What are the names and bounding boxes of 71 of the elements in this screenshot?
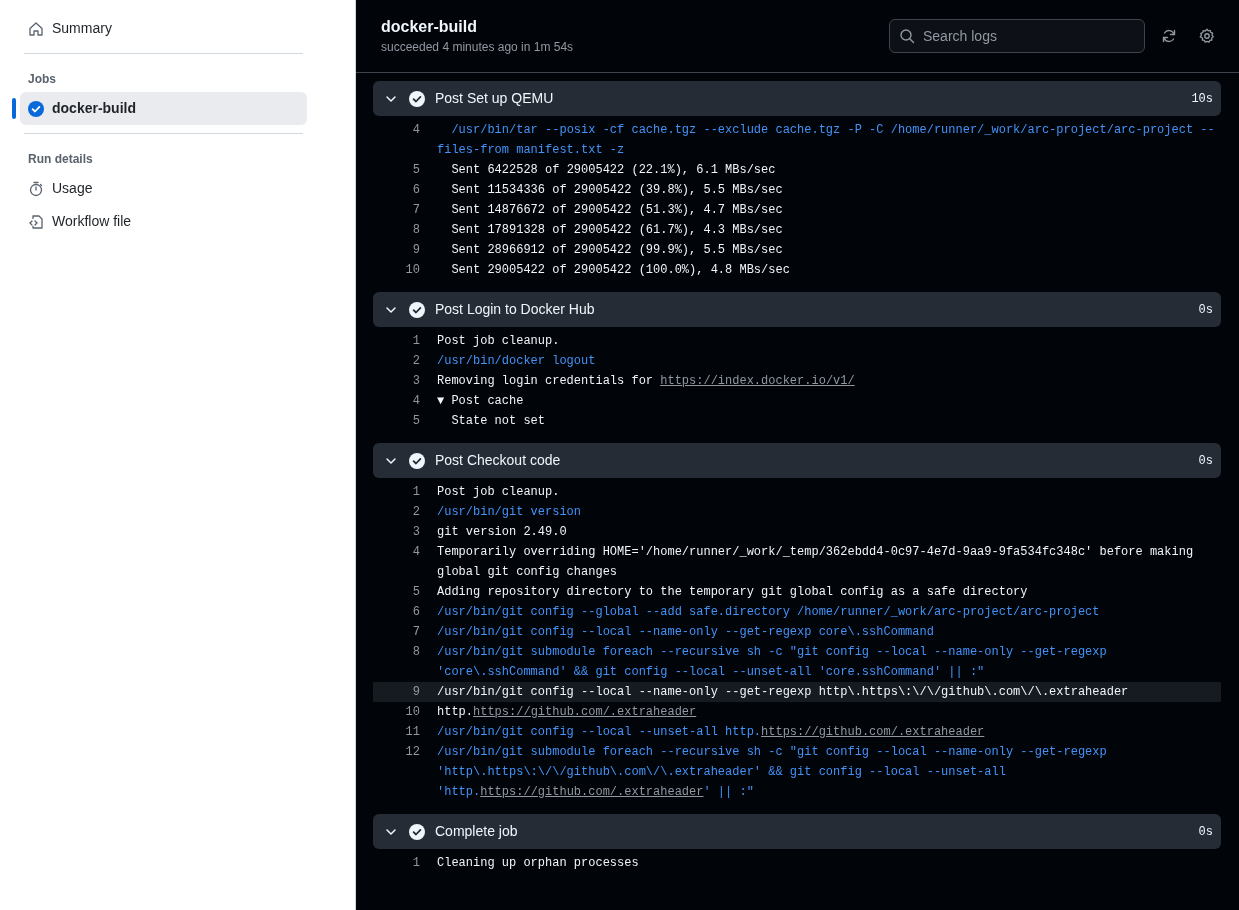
log-line: git version 2.49.0 [436, 524, 567, 541]
step-header[interactable]: Post Set up QEMU 10s [373, 81, 1221, 116]
log-line: State not set [450, 413, 546, 430]
log-line: /usr/bin/git submodule foreach --recursive sh -c "git config --local --name-only --get-regexp 'http\.https\:\/\/github\.com\/\.extraheader' && git config --local --unset-all 'http.https://github.com/.extraheader' || :" [436, 744, 1108, 801]
line-number: 5 [411, 413, 420, 430]
log-link[interactable]: https://github.com/.extraheader [480, 785, 704, 799]
log-line: Sent 17891328 of 29005422 (61.7%), 4.3 MBs/sec [450, 222, 783, 239]
sidebar-item[interactable]: Workflow file [20, 205, 307, 238]
line-number: 5 [411, 584, 420, 601]
log-line: /usr/bin/git version [436, 504, 582, 521]
log-line: Removing login credentials for https://index.docker.io/v1/ [436, 373, 855, 390]
log-line: /usr/bin/git submodule foreach --recursive sh -c "git config --local --name-only --get-regexp 'core\.sshCommand' && git config --local --unset-all 'core.sshCommand' || :" [436, 644, 1108, 681]
step-header[interactable]: Complete job 0s [373, 814, 1221, 849]
line-number: 8 [411, 222, 420, 239]
log-line: Cleaning up orphan processes [436, 855, 639, 872]
line-number: 9 [411, 242, 420, 259]
log-line: /usr/bin/git config --local --unset-all http.https://github.com/.extraheader [436, 724, 985, 741]
line-number: 12 [404, 744, 420, 761]
line-number: 1 [411, 484, 420, 501]
line-number: 4 [411, 544, 420, 561]
line-number: 2 [411, 353, 420, 370]
line-number: 4 [411, 393, 420, 410]
line-number: 6 [411, 182, 420, 199]
line-number: 7 [411, 202, 420, 219]
log-line: /usr/bin/git config --local --name-only --get-regexp http\.https\:\/\/github\.com\/\.extraheader [436, 684, 1129, 701]
section-heading: Run details [27, 151, 94, 168]
refresh-icon [1161, 28, 1177, 44]
log-line: Post job cleanup. [436, 484, 560, 501]
log-line: Sent 28966912 of 29005422 (99.9%), 5.5 MBs/sec [450, 242, 783, 259]
log-link[interactable]: https://index.docker.io/v1/ [660, 374, 855, 388]
log-line: /usr/bin/git config --global --add safe.directory /home/runner/_work/arc-project/arc-project [436, 604, 1100, 621]
log-line: /usr/bin/docker logout [436, 353, 596, 370]
line-number: 5 [411, 162, 420, 179]
log-line: Sent 11534336 of 29005422 (39.8%), 5.5 MBs/sec [450, 182, 783, 199]
line-number: 1 [411, 333, 420, 350]
job-title: docker-build [381, 17, 478, 37]
line-number: 11 [404, 724, 420, 741]
step-header[interactable]: Post Checkout code 0s [373, 443, 1221, 478]
log-line: /usr/bin/git config --local --name-only --get-regexp core\.sshCommand [436, 624, 934, 641]
log-line: /usr/bin/tar --posix -cf cache.tgz --exclude cache.tgz -P -C /home/runner/_work/arc-project/arc-project --files-from manifest.txt -z [436, 122, 1216, 159]
line-number: 9 [411, 684, 420, 701]
line-number: 6 [411, 604, 420, 621]
sidebar-item[interactable]: Usage [20, 172, 307, 205]
search-field[interactable]: Search logs [889, 19, 1145, 53]
summary-link[interactable]: Summary [20, 12, 307, 45]
code-file-icon [28, 213, 44, 230]
log-line: http.https://github.com/.extraheader [436, 704, 697, 721]
log-line: Post job cleanup. [436, 333, 560, 350]
line-number: 2 [411, 504, 420, 521]
line-number: 8 [411, 644, 420, 661]
log-line: Sent 29005422 of 29005422 (100.0%), 4.8 MBs/sec [450, 262, 790, 279]
stopwatch-icon [28, 180, 44, 197]
log-line: Sent 14876672 of 29005422 (51.3%), 4.7 MBs/sec [450, 202, 783, 219]
section-heading: Jobs [27, 71, 57, 88]
log-line: ▼ Post cache [436, 393, 524, 410]
line-number: 10 [404, 262, 420, 279]
log-line: Temporarily overriding HOME='/home/runner/_work/_temp/362ebdd4-0c97-4e7d-9aa9-9fa534fc348c' before making global git config changes [436, 544, 1195, 581]
line-number: 4 [411, 122, 420, 139]
line-number: 3 [411, 524, 420, 541]
line-number: 7 [411, 624, 420, 641]
log-link[interactable]: https://github.com/.extraheader [761, 725, 985, 739]
line-number: 3 [411, 373, 420, 390]
line-number: 10 [404, 704, 420, 721]
home-icon [28, 20, 44, 37]
job-status-text: succeeded 4 minutes ago in 1m 54s [381, 39, 574, 56]
log-link[interactable]: https://github.com/.extraheader [473, 705, 697, 719]
log-line: Adding repository directory to the temporary git global config as a safe directory [436, 584, 1028, 601]
line-number: 1 [411, 855, 420, 872]
log-line: Sent 6422528 of 29005422 (22.1%), 6.1 MBs/sec [450, 162, 776, 179]
step-header[interactable]: Post Login to Docker Hub 0s [373, 292, 1221, 327]
gear-icon [1199, 28, 1215, 44]
